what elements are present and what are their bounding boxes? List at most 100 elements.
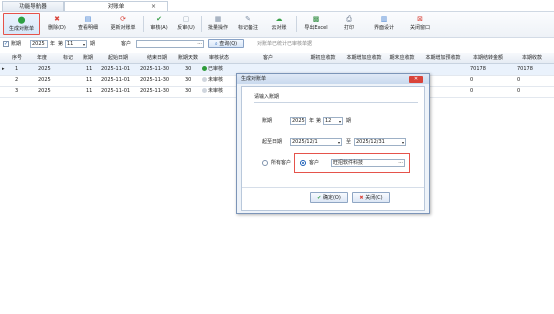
grid-header: 序号 年度 标记 账期 起始日期 结束日期 账期天数 审核状态 客户 期初应收款… <box>0 53 554 64</box>
chevron-down-icon: ▾ <box>82 42 85 47</box>
column-header[interactable]: 本期增加预收款 <box>421 53 465 63</box>
column-header[interactable]: 结束日期 <box>138 53 176 63</box>
cell-year: 2025 <box>38 88 51 94</box>
cell-recv: 70178 <box>517 66 533 72</box>
check-icon: ✔ <box>156 15 162 23</box>
dialog-close-icon[interactable]: ✕ <box>409 76 423 83</box>
divider <box>242 187 424 188</box>
button-label: 审核(A) <box>150 25 168 31</box>
cell-days: 30 <box>185 66 192 72</box>
audit-button[interactable]: ✔ 审核(A) <box>146 13 172 35</box>
filter-bar: ✓ 账期 2025 年 第 11 ▾ 期 客户 ··· ⌕ 查询(Q) 对账单已统… <box>0 38 554 52</box>
all-customers-label: 所有客户 <box>271 160 292 166</box>
button-label: 查看明细 <box>77 25 98 31</box>
button-label: 删除(D) <box>48 25 66 31</box>
start-date-picker[interactable]: 2025/12/1 ▾ <box>290 138 342 146</box>
column-header[interactable]: 账期 <box>78 53 98 63</box>
cell-no: 1 <box>15 66 19 72</box>
column-header[interactable]: 序号 <box>9 53 25 63</box>
delete-icon: ✖ <box>54 15 60 23</box>
close-button[interactable]: ✖ 关闭(C) <box>352 192 390 203</box>
column-header[interactable]: 期初应收款 <box>303 53 343 63</box>
query-button[interactable]: ⌕ 查询(Q) <box>208 39 244 48</box>
customer-value: 旺招软件科技 <box>333 160 364 166</box>
column-header[interactable]: 标记 <box>58 53 78 63</box>
radio-selected-dot <box>302 162 304 164</box>
customer-label: 客户 <box>121 41 132 47</box>
dialog-month-select[interactable]: 12 ▾ <box>323 117 343 125</box>
dialog-titlebar[interactable]: 生成对账单 ✕ <box>237 74 429 84</box>
close-window-button[interactable]: ⊠ 关闭窗口 <box>404 13 436 35</box>
update-statement-button[interactable]: ⟳ 更新对账单 <box>105 13 141 35</box>
layout-design-button[interactable]: ▥ 界面设计 <box>366 13 402 35</box>
column-header[interactable]: 客户 <box>236 53 300 63</box>
dialog-customer-input[interactable]: 旺招软件科技 ··· <box>331 159 405 167</box>
uncheck-icon: ▢ <box>182 15 190 23</box>
to-label: 至 <box>346 139 352 145</box>
month-value: 12 <box>325 118 332 124</box>
cell-status: 已审核 <box>202 64 223 74</box>
tab-statement[interactable]: 对账单 × <box>64 1 168 11</box>
cell-carry: 0 <box>470 77 474 83</box>
column-header[interactable]: 本期结转金额 <box>466 53 510 63</box>
mark-note-button[interactable]: ✎ 标记备注 <box>234 13 262 35</box>
toolbar: ⬤ 生成对账单 ✖ 删除(D) ▤ 查看明细 ⟳ 更新对账单 ✔ 审核(A) ▢… <box>0 12 554 38</box>
tab-close-icon[interactable]: × <box>151 2 156 12</box>
end-date-picker[interactable]: 2025/12/31 ▾ <box>354 138 406 146</box>
month-select[interactable]: 11 ▾ <box>65 40 87 48</box>
tab-label: 对账单 <box>107 4 125 10</box>
cell-end: 2025-11-30 <box>140 88 170 94</box>
column-header[interactable]: 账期天数 <box>175 53 201 63</box>
separator <box>143 16 144 32</box>
separator <box>201 16 202 32</box>
print-button[interactable]: ⎙ 打印 <box>335 13 363 35</box>
cloud-reconcile-button[interactable]: ☁ 云对账 <box>264 13 294 35</box>
column-header[interactable]: 起始日期 <box>99 53 137 63</box>
cell-start: 2025-11-01 <box>101 66 131 72</box>
row-pointer-icon: ▸ <box>2 66 5 72</box>
export-excel-button[interactable]: ▩ 导出Excel <box>299 13 333 35</box>
generate-statement-button[interactable]: ⬤ 生成对账单 <box>3 13 40 35</box>
status-text: 未审核 <box>208 88 224 94</box>
column-header[interactable]: 本期收款 <box>513 53 551 63</box>
customer-radio[interactable] <box>300 160 306 166</box>
batch-icon: ▦ <box>214 15 222 23</box>
period-checkbox[interactable]: ✓ <box>3 41 9 47</box>
column-header[interactable]: 审核状态 <box>202 53 236 63</box>
year-value: 2025 <box>32 41 45 47</box>
button-label: 打印 <box>343 25 354 31</box>
customer-input[interactable]: ··· <box>136 40 204 48</box>
search-icon: ⌕ <box>214 41 218 47</box>
chevron-down-icon: ▾ <box>337 140 340 145</box>
column-header[interactable]: 期末应收款 <box>382 53 422 63</box>
button-label: 关闭窗口 <box>409 25 430 31</box>
status-text: 未审核 <box>208 77 224 83</box>
batch-operation-button[interactable]: ▦ 批量操作 <box>204 13 232 35</box>
dialog-year-spinner[interactable]: 2025 <box>290 117 306 125</box>
delete-button[interactable]: ✖ 删除(D) <box>43 13 71 35</box>
ok-button[interactable]: ✔ 确定(O) <box>310 192 348 203</box>
add-circle-icon: ⬤ <box>17 16 26 24</box>
view-details-button[interactable]: ▤ 查看明细 <box>73 13 103 35</box>
year-spinner[interactable]: 2025 <box>30 40 48 48</box>
column-header[interactable]: 年度 <box>28 53 56 63</box>
button-label: 确定(O) <box>322 195 341 201</box>
unaudit-button[interactable]: ▢ 反审(U) <box>173 13 199 35</box>
cell-end: 2025-11-30 <box>140 77 170 83</box>
cell-days: 30 <box>185 77 192 83</box>
button-label: 更新对账单 <box>110 25 136 31</box>
year-unit: 年 <box>309 118 315 124</box>
ellipsis-icon[interactable]: ··· <box>398 160 403 167</box>
cell-start: 2025-11-01 <box>101 88 131 94</box>
customer-radio-label: 客户 <box>309 160 320 166</box>
ellipsis-icon[interactable]: ··· <box>197 41 202 48</box>
pending-status-icon <box>202 77 207 82</box>
check-icon: ✔ <box>317 195 322 201</box>
column-header[interactable]: 本期增加应收款 <box>343 53 385 63</box>
button-label: 标记备注 <box>237 25 258 31</box>
dialog-body: 请输入账期 账期 2025 年 第 12 ▾ 期 起至日期 2025/12/1 ▾ … <box>241 86 425 211</box>
tab-label: 功能导航器 <box>19 4 47 10</box>
tab-function-navigator[interactable]: 功能导航器 <box>2 1 64 11</box>
all-customers-radio[interactable] <box>262 160 268 166</box>
button-label: 查询(Q) <box>219 41 238 47</box>
